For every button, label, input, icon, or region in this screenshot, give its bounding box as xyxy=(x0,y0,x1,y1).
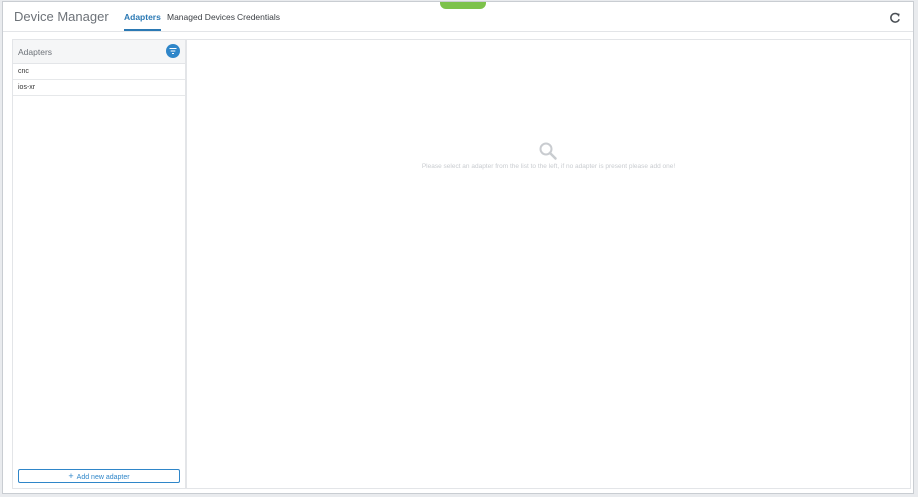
adapter-list-item-ios-xr[interactable]: ios-xr xyxy=(13,80,185,96)
top-header: Device Manager Adapters Managed Devices … xyxy=(3,2,913,32)
add-new-adapter-label: Add new adapter xyxy=(76,474,130,481)
adapter-detail-panel: Please select an adapter from the list t… xyxy=(186,39,911,489)
tab-managed-devices[interactable]: Managed Devices xyxy=(167,12,235,31)
adapters-panel: Adapters cnc ios-xr + Add new adapter xyxy=(12,39,186,489)
tab-adapters[interactable]: Adapters xyxy=(124,12,161,31)
add-new-adapter-button[interactable]: + Add new adapter xyxy=(18,469,180,483)
filter-button[interactable] xyxy=(166,44,180,58)
filter-icon xyxy=(169,48,177,54)
adapter-list-item-cnc[interactable]: cnc xyxy=(13,64,185,80)
empty-state-message: Please select an adapter from the list t… xyxy=(421,163,676,170)
adapters-panel-title: Adapters xyxy=(18,47,53,57)
adapters-panel-header: Adapters xyxy=(13,40,185,64)
tab-credentials[interactable]: Credentials xyxy=(237,12,280,31)
app-window: Device Manager Adapters Managed Devices … xyxy=(2,1,914,494)
app-title: Device Manager xyxy=(14,9,109,24)
refresh-icon[interactable] xyxy=(889,11,901,23)
plus-icon: + xyxy=(68,471,74,481)
